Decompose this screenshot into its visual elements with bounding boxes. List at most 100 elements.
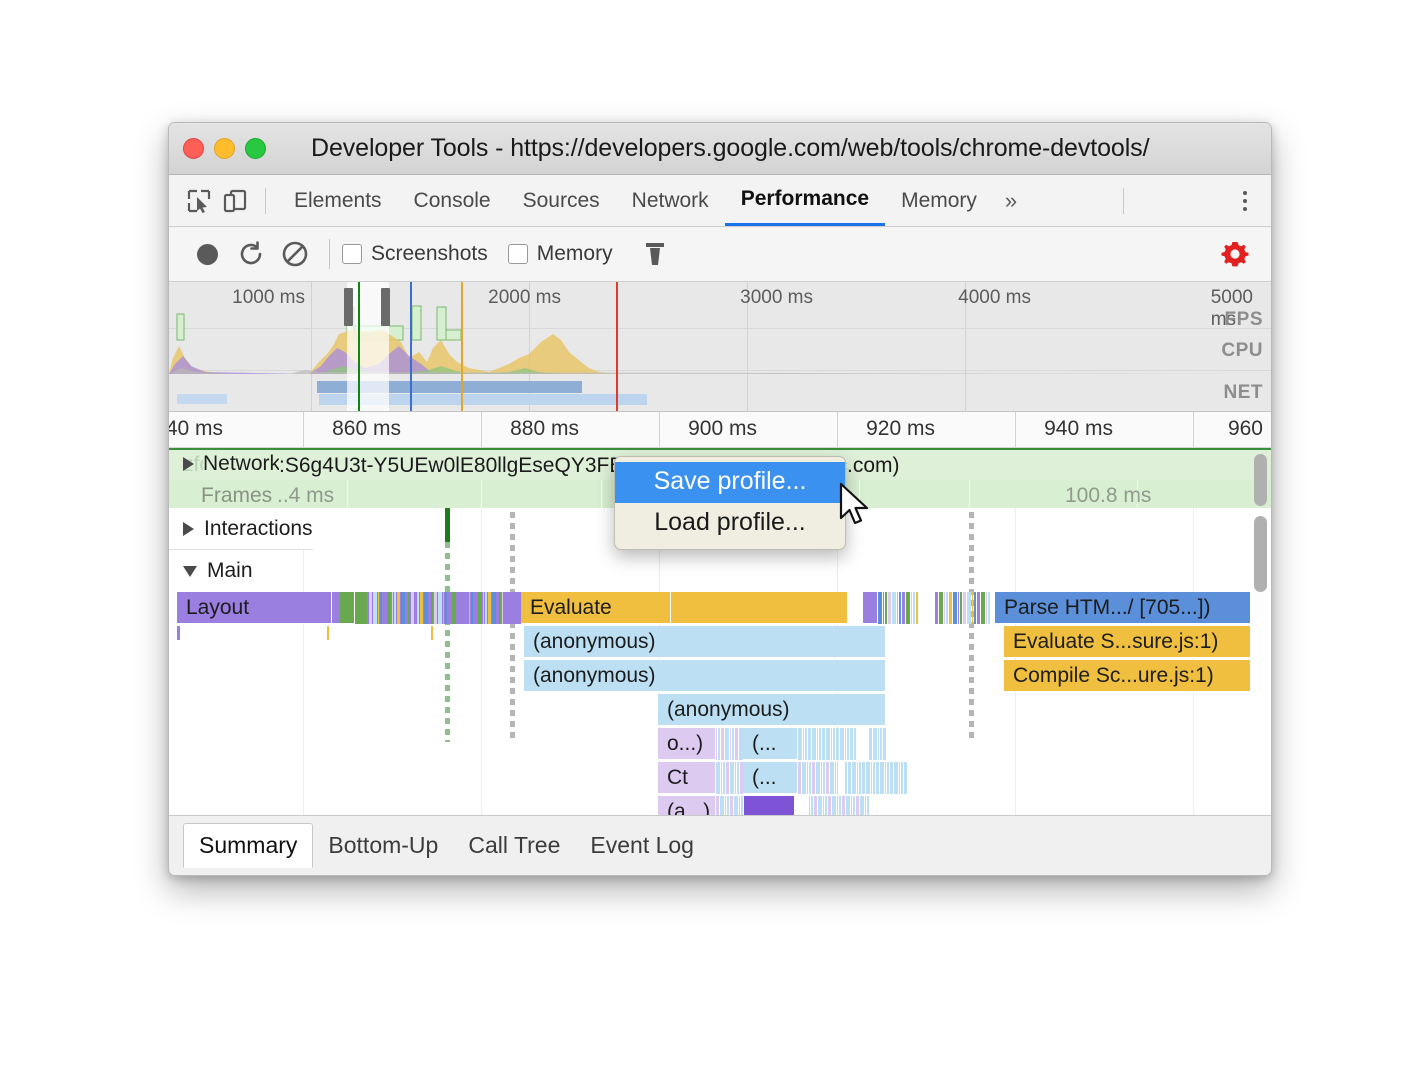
flame-noise-segment	[355, 592, 367, 624]
performance-toolbar: Screenshots Memory	[169, 227, 1271, 282]
flame-bar[interactable]: Evaluate	[521, 592, 671, 624]
ruler-tick-880: 880 ms	[510, 417, 587, 441]
flame-noise-segment	[798, 728, 856, 760]
flame-bar[interactable]: (...	[743, 762, 798, 794]
flame-noise-segment	[417, 592, 457, 624]
flame-bar[interactable]: Parse HTM.../ [705...])	[995, 592, 1251, 624]
interactions-track-label: Interactions	[204, 517, 313, 541]
flame-noise-segment	[716, 728, 743, 760]
tab-sources[interactable]: Sources	[507, 175, 616, 226]
flame-slivers	[169, 626, 1271, 640]
screenshots-checkbox[interactable]: Screenshots	[342, 242, 488, 266]
flame-bar[interactable]: (...	[743, 728, 798, 760]
timeline-ruler: 40 ms 860 ms 880 ms 900 ms 920 ms 940 ms…	[169, 412, 1271, 448]
network-track-header[interactable]: Network	[183, 452, 280, 476]
devtools-window: Developer Tools - https://developers.goo…	[168, 122, 1272, 876]
screenshots-label: Screenshots	[371, 242, 488, 266]
main-track-header[interactable]: Main	[169, 550, 253, 592]
scrollbar-thumb-upper[interactable]	[1254, 454, 1267, 506]
flame-bar[interactable]: Layout	[177, 592, 332, 624]
tabbar-divider-right	[1123, 188, 1124, 214]
record-button[interactable]	[185, 232, 229, 276]
overview-left-handle[interactable]	[344, 288, 353, 326]
checkbox-box	[342, 244, 362, 264]
timing-dash-green	[445, 542, 450, 742]
reload-icon	[237, 240, 265, 268]
trash-icon	[643, 240, 667, 268]
clear-button[interactable]	[273, 232, 317, 276]
device-toolbar-icon[interactable]	[217, 183, 253, 219]
tab-summary[interactable]: Summary	[183, 823, 313, 868]
flame-noise-segment	[469, 592, 503, 624]
context-menu[interactable]: Save profile... Load profile...	[614, 456, 846, 550]
flame-noise-segment	[845, 762, 907, 794]
overview-right-handle[interactable]	[381, 288, 390, 326]
ruler-tick-960: 960	[1228, 417, 1271, 441]
network-track-label: Network	[203, 452, 280, 476]
memory-label: Memory	[537, 242, 613, 266]
toolbar-divider	[265, 188, 266, 214]
overview-timeline[interactable]: 1000 ms 2000 ms 3000 ms 4000 ms 5000 ms …	[169, 282, 1271, 412]
checkbox-box	[508, 244, 528, 264]
flame-bar[interactable]: Compile Sc...ure.js:1)	[1004, 660, 1251, 692]
tab-performance[interactable]: Performance	[725, 175, 885, 226]
collect-garbage-button[interactable]	[633, 232, 677, 276]
reload-and-record-button[interactable]	[229, 232, 273, 276]
flame-noise-segment	[798, 762, 838, 794]
details-tabbar: Summary Bottom-Up Call Tree Event Log	[169, 815, 1271, 875]
chevron-down-icon[interactable]	[183, 566, 197, 577]
flame-noise-segment	[878, 592, 918, 624]
chevron-right-icon[interactable]	[183, 522, 194, 536]
interactions-track-header[interactable]: Interactions	[169, 508, 313, 550]
flame-noise-segment	[869, 728, 887, 760]
window-title: Developer Tools - https://developers.goo…	[169, 134, 1271, 163]
flame-bar-unlabeled[interactable]	[863, 592, 878, 624]
overview-marker-orange	[461, 282, 463, 411]
flame-bar-unlabeled[interactable]	[340, 592, 355, 624]
scrollbar-thumb-lower[interactable]	[1254, 516, 1267, 592]
main-track-label: Main	[207, 559, 253, 583]
overview-net-graph	[169, 378, 1271, 410]
tab-call-tree[interactable]: Call Tree	[453, 824, 575, 867]
frames-value-1: ..4 ms	[277, 484, 334, 508]
window-titlebar: Developer Tools - https://developers.goo…	[169, 123, 1271, 175]
overview-cpu-graph	[169, 328, 1271, 374]
overview-marker-green	[358, 282, 360, 411]
more-tabs-icon[interactable]: »	[993, 188, 1029, 214]
tab-bottom-up[interactable]: Bottom-Up	[313, 824, 453, 867]
menu-item-load-profile[interactable]: Load profile...	[615, 503, 845, 544]
ruler-tick-860: 860 ms	[332, 417, 409, 441]
timing-marker-green	[445, 508, 450, 542]
frames-value-3: 100.8 ms	[1065, 484, 1151, 508]
ruler-tick-920: 920 ms	[866, 417, 943, 441]
flame-bar[interactable]: (anonymous)	[524, 660, 886, 692]
gear-icon	[1219, 238, 1251, 270]
tab-console[interactable]: Console	[398, 175, 507, 226]
devtools-tabbar: Elements Console Sources Network Perform…	[169, 175, 1271, 227]
clear-icon	[281, 240, 309, 268]
memory-checkbox[interactable]: Memory	[508, 242, 613, 266]
record-icon	[197, 244, 218, 265]
flame-noise-segment	[716, 762, 743, 794]
flame-bar[interactable]: o...)	[658, 728, 716, 760]
mouse-pointer-icon	[837, 482, 873, 530]
menu-item-save-profile[interactable]: Save profile...	[615, 462, 845, 503]
toolbar-divider-1	[329, 239, 330, 269]
flame-noise-segment	[369, 592, 415, 624]
ruler-tick-940: 940 ms	[1044, 417, 1121, 441]
flame-bar[interactable]: (anonymous)	[658, 694, 886, 726]
ruler-tick-840: 40 ms	[168, 417, 231, 441]
chevron-right-icon[interactable]	[183, 457, 194, 471]
tab-network[interactable]: Network	[616, 175, 725, 226]
frames-track-label: Frames	[201, 484, 272, 508]
flamechart-area[interactable]: zfonts.gstatic.c Network :S6g4U3t-Y5UEw0…	[169, 448, 1271, 838]
tab-elements[interactable]: Elements	[278, 175, 398, 226]
tab-memory[interactable]: Memory	[885, 175, 993, 226]
capture-settings-button[interactable]	[1213, 232, 1257, 276]
kebab-menu-icon[interactable]	[1229, 191, 1261, 211]
inspect-element-icon[interactable]	[181, 183, 217, 219]
tab-event-log[interactable]: Event Log	[575, 824, 709, 867]
overview-marker-blue	[410, 282, 412, 411]
flame-bar-unlabeled[interactable]	[671, 592, 848, 624]
flame-bar[interactable]: Ct	[658, 762, 716, 794]
